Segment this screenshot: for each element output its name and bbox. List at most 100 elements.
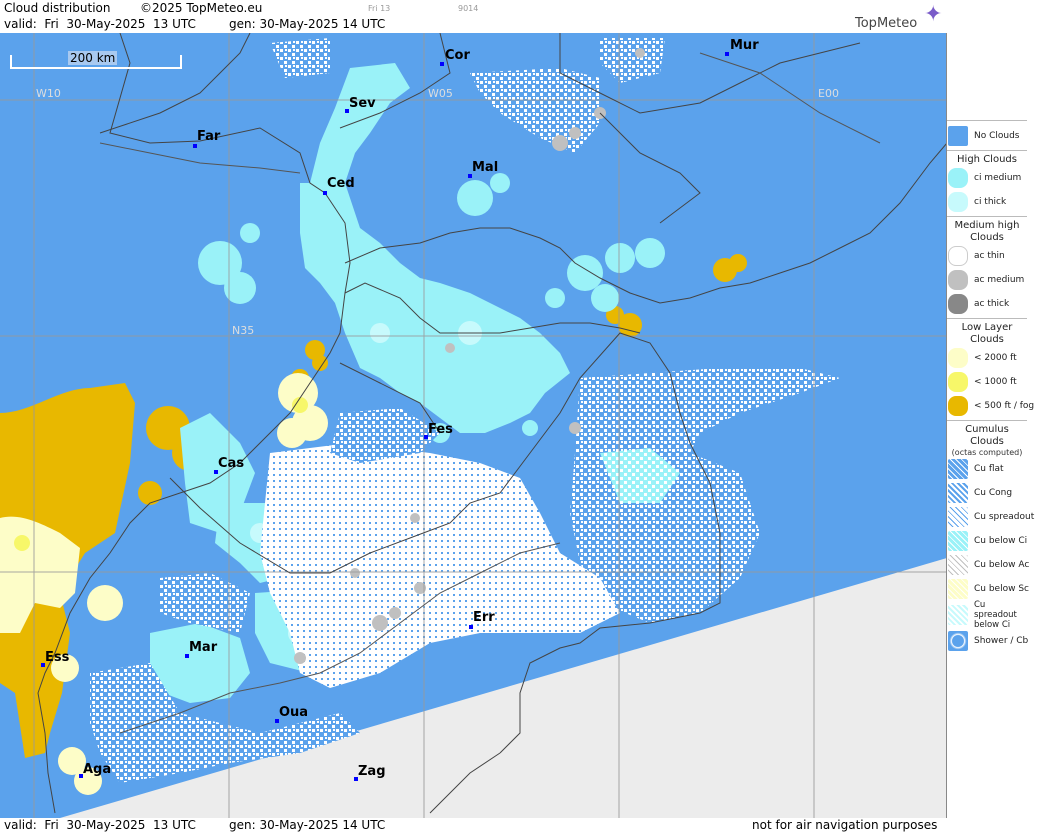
legend-item: Cu below Sc [947, 577, 1029, 601]
legend-low-clouds: Low Layer Clouds < 2000 ft < 1000 ft < 5… [947, 318, 1034, 420]
legend-label: Cu below Ci [974, 536, 1028, 546]
map-graphics [0, 33, 946, 818]
legend-group-title: Low Layer Clouds [961, 322, 1013, 345]
legend-no-clouds: No Clouds [947, 120, 1027, 150]
legend-label: < 2000 ft [974, 353, 1017, 363]
no-clouds-swatch [948, 126, 968, 146]
generated-time: gen: 30-May-2025 14 UTC [229, 17, 386, 31]
legend-label: ac thick [974, 299, 1010, 309]
legend-item: ac thin [947, 244, 1027, 268]
legend-item: < 2000 ft [947, 346, 1027, 370]
valid-time: valid: Fri 30-May-2025 13 UTC [4, 17, 196, 31]
legend-item: Cu Cong [947, 481, 1027, 505]
grid-label-e00: E00 [818, 87, 839, 100]
grid-label-n35: N35 [232, 324, 255, 337]
cu-below-ci-swatch [948, 531, 968, 551]
legend-item: Cu spreadout [947, 505, 1034, 529]
city-label[interactable]: Ess [45, 650, 69, 665]
city-marker [323, 191, 327, 195]
city-label[interactable]: Oua [279, 705, 308, 720]
legend-label: < 500 ft / fog [974, 401, 1035, 411]
legend-group-title: High Clouds [957, 154, 1017, 165]
ac-medium-swatch [948, 270, 968, 290]
ac-thick-swatch [948, 294, 968, 314]
city-marker [193, 144, 197, 148]
city-label[interactable]: Fes [428, 422, 453, 437]
cu-cong-swatch [948, 483, 968, 503]
map-title: Cloud distribution [4, 1, 111, 15]
cloud-map[interactable]: 200 km W10 W05 E00 N35 Cor Mur Sev Far M… [0, 33, 947, 818]
compass-logo-icon: ✦ [924, 2, 943, 27]
legend-item: < 500 ft / fog [947, 394, 1034, 418]
scale-label: 200 km [68, 51, 118, 65]
legend-label: No Clouds [974, 131, 1020, 141]
city-label[interactable]: Cor [445, 48, 470, 63]
legend-item: ac thick [947, 292, 1027, 316]
legend-label: ci thick [974, 197, 1007, 207]
legend-item: < 1000 ft [947, 370, 1027, 394]
city-label[interactable]: Err [473, 610, 495, 625]
legend-group-title: Medium high Clouds [954, 220, 1020, 243]
legend-label: Shower / Cb [974, 636, 1029, 646]
legend-label: Cu Cong [974, 488, 1013, 498]
city-label[interactable]: Zag [358, 764, 386, 779]
legend-group-title: Cumulus Clouds [965, 424, 1009, 447]
copyright: ©2025 TopMeteo.eu [140, 1, 263, 15]
cu-below-sc-swatch [948, 579, 968, 599]
ci-thick-swatch [948, 192, 968, 212]
cu-below-ac-swatch [948, 555, 968, 575]
legend-label: ac medium [974, 275, 1025, 285]
legend-item: Cu below Ci [947, 529, 1027, 553]
city-label[interactable]: Sev [349, 96, 376, 111]
legend-item: Shower / Cb [947, 629, 1029, 653]
topmeteo-logo[interactable]: TopMeteo [855, 16, 917, 31]
small-day: Fri 13 [368, 4, 391, 13]
grid-label-w05: W05 [428, 87, 453, 100]
city-label[interactable]: Far [197, 129, 220, 144]
legend-group-subtitle: (octas computed) [951, 448, 1023, 457]
legend-item: ac medium [947, 268, 1027, 292]
page: Cloud distribution ©2025 TopMeteo.eu Fri… [0, 0, 1039, 832]
city-marker [725, 52, 729, 56]
legend-label: Cu below Sc [974, 584, 1029, 594]
city-label[interactable]: Ced [327, 176, 355, 191]
legend: No Clouds High Clouds ci medium ci thick… [947, 120, 1034, 655]
legend-item: Cu spreadout below Ci [947, 600, 1027, 630]
city-marker [440, 62, 444, 66]
low-500-fog-swatch [948, 396, 968, 416]
city-label[interactable]: Mar [189, 640, 217, 655]
legend-label: Cu below Ac [974, 560, 1030, 570]
low-2000-swatch [948, 348, 968, 368]
legend-item: Cu below Ac [947, 553, 1030, 577]
legend-item: Cu flat [947, 457, 1027, 481]
legend-label: Cu spreadout [974, 512, 1035, 522]
city-label[interactable]: Mal [472, 160, 498, 175]
low-1000-swatch [948, 372, 968, 392]
grid-label-w10: W10 [36, 87, 61, 100]
legend-label: ac thin [974, 251, 1005, 261]
cu-spreadout-swatch [948, 507, 968, 527]
legend-label: Cu spreadout below Ci [974, 600, 1017, 630]
small-code: 9014 [458, 4, 479, 13]
legend-label: Cu flat [974, 464, 1004, 474]
legend-medium-clouds: Medium high Clouds ac thin ac medium ac … [947, 216, 1027, 318]
disclaimer: not for air navigation purposes [752, 818, 938, 832]
legend-label: < 1000 ft [974, 377, 1017, 387]
footer-valid-time: valid: Fri 30-May-2025 13 UTC [4, 818, 196, 832]
legend-label: ci medium [974, 173, 1022, 183]
cu-spreadout-below-ci-swatch [948, 605, 968, 625]
ci-medium-swatch [948, 168, 968, 188]
footer-generated-time: gen: 30-May-2025 14 UTC [229, 818, 386, 832]
legend-cumulus-clouds: Cumulus Clouds (octas computed) Cu flat … [947, 420, 1034, 655]
cu-flat-swatch [948, 459, 968, 479]
shower-cb-swatch [948, 631, 968, 651]
city-label[interactable]: Aga [83, 762, 111, 777]
city-label[interactable]: Cas [218, 456, 244, 471]
legend-item: ci medium [947, 166, 1027, 190]
legend-item: No Clouds [947, 124, 1027, 148]
legend-high-clouds: High Clouds ci medium ci thick [947, 150, 1027, 216]
city-marker [469, 625, 473, 629]
legend-item: ci thick [947, 190, 1027, 214]
ac-thin-swatch [948, 246, 968, 266]
city-label[interactable]: Mur [730, 38, 759, 53]
